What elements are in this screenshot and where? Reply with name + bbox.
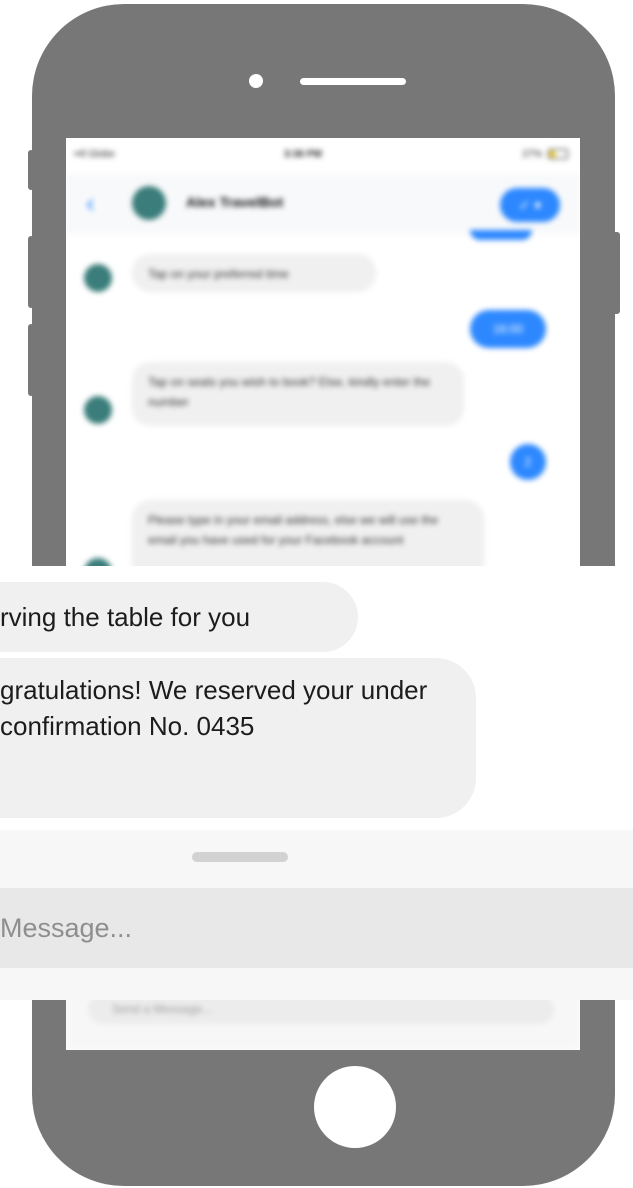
speaker-slot (300, 78, 406, 85)
bot-avatar-small (84, 396, 112, 424)
status-time: 3:36 PM (284, 149, 322, 160)
chevron-left-icon[interactable]: ‹ (86, 188, 95, 219)
home-button[interactable] (314, 1066, 396, 1148)
mute-switch (28, 150, 34, 190)
bot-message-reserving: rving the table for you (0, 582, 358, 652)
volume-down-button (28, 324, 34, 396)
camera-dot (249, 74, 263, 88)
power-button (612, 232, 620, 314)
battery-label: 27% (522, 149, 568, 160)
bot-avatar[interactable] (132, 186, 166, 220)
composer-area: Message... (0, 830, 633, 1000)
bot-message-time-prompt: Tap on your preferred time (132, 254, 376, 292)
bot-message-seats-prompt: Tap on seats you wish to book? Else, kin… (132, 362, 464, 426)
bot-message-confirmation: gratulations! We reserved your under con… (0, 658, 476, 818)
carrier-label: ••ll Globe (74, 149, 115, 160)
user-message-time: 16:00 (470, 310, 546, 348)
header-action-button[interactable]: ✓ ▾ (500, 188, 560, 222)
message-input[interactable]: Message... (0, 888, 633, 968)
bot-avatar-small (84, 264, 112, 292)
volume-up-button (28, 236, 34, 308)
user-message-seats: 2 (510, 444, 546, 480)
battery-icon (548, 149, 568, 160)
drag-handle[interactable] (192, 852, 288, 862)
chat-header: ‹ Alex TravelBot ✓ ▾ (66, 174, 580, 234)
status-bar: ••ll Globe 3:36 PM 27% (66, 138, 580, 174)
user-bubble-partial (470, 230, 532, 240)
bot-name[interactable]: Alex TravelBot (186, 194, 283, 210)
battery-percent: 27% (522, 149, 543, 160)
zoom-callout: rving the table for you gratulations! We… (0, 566, 633, 1000)
